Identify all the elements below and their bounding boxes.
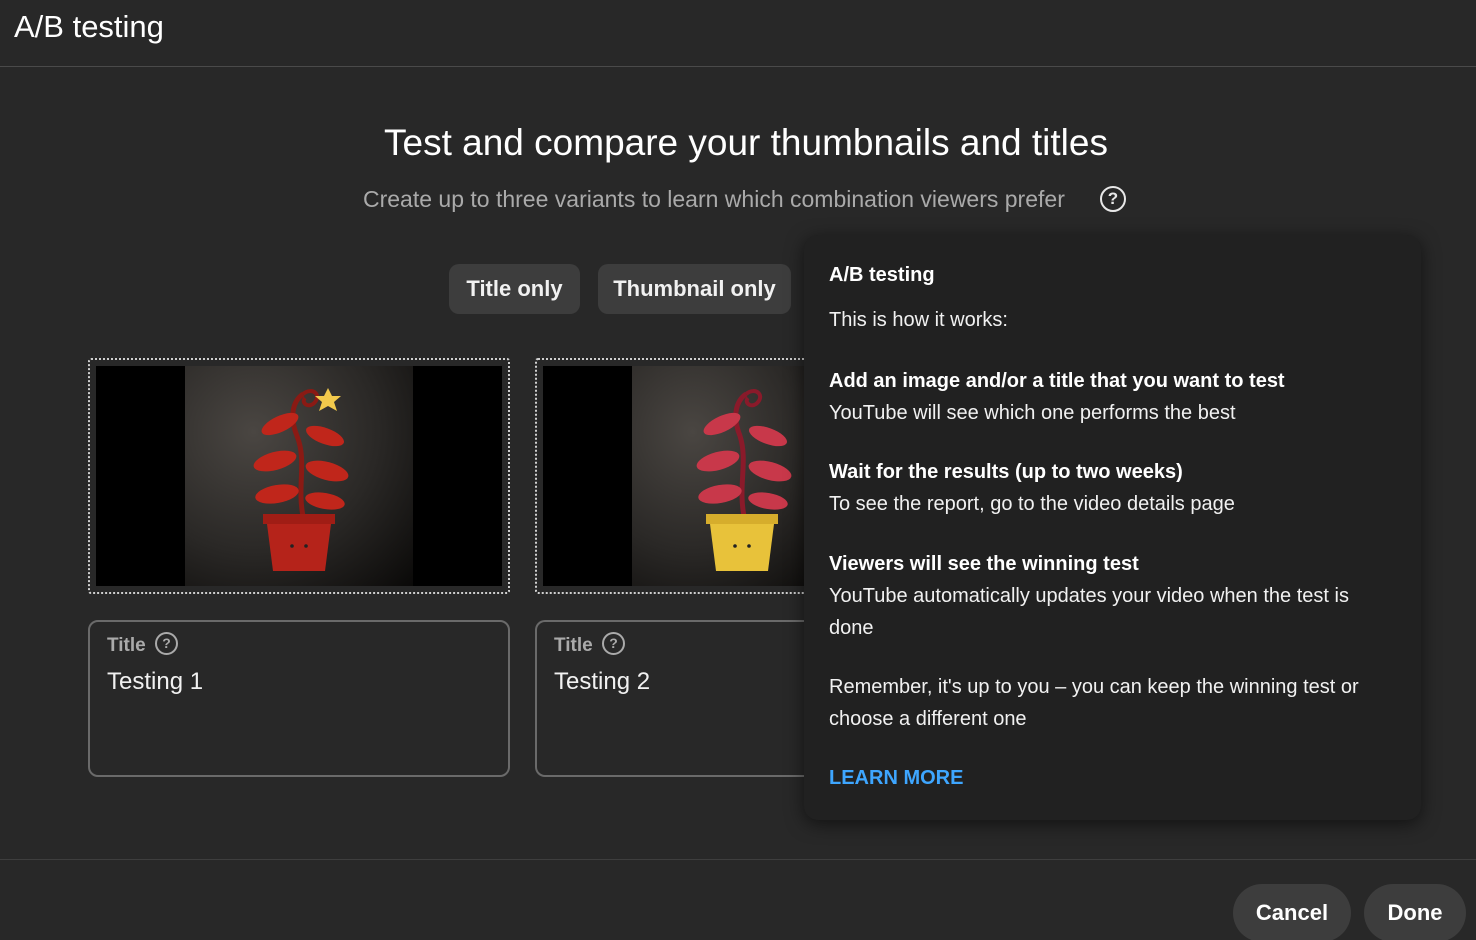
cancel-button[interactable]: Cancel bbox=[1233, 884, 1351, 940]
variant-1-thumbnail-image bbox=[96, 366, 502, 586]
done-button[interactable]: Done bbox=[1364, 884, 1466, 940]
popover-step-heading: Wait for the results (up to two weeks) bbox=[829, 461, 1183, 483]
dialog-title: A/B testing bbox=[14, 9, 164, 44]
variant-2-thumbnail-frame[interactable] bbox=[535, 358, 835, 594]
thumbnail-only-chip[interactable]: Thumbnail only bbox=[598, 264, 791, 314]
plant-illustration bbox=[696, 389, 792, 571]
help-icon[interactable]: ? bbox=[155, 632, 178, 655]
popover-step: Wait for the results (up to two weeks) T… bbox=[829, 456, 1389, 520]
popover-step-heading: Viewers will see the winning test bbox=[829, 553, 1139, 575]
popover-step: Add an image and/or a title that you wan… bbox=[829, 365, 1389, 429]
popover-step-heading: Add an image and/or a title that you wan… bbox=[829, 370, 1285, 392]
page-subtitle: Create up to three variants to learn whi… bbox=[363, 186, 1065, 212]
variant-2-thumbnail-image bbox=[543, 366, 833, 586]
title-field-label: Title bbox=[107, 635, 146, 656]
title-field-label: Title bbox=[554, 635, 593, 656]
variant-2-title-field[interactable]: Title ? Testing 2 bbox=[535, 620, 835, 777]
popover-step-body: To see the report, go to the video detai… bbox=[829, 493, 1235, 515]
dialog-header: A/B testing bbox=[0, 0, 1476, 67]
learn-more-link[interactable]: LEARN MORE bbox=[829, 767, 963, 790]
popover-remember-text: Remember, it's up to you – you can keep … bbox=[829, 676, 1359, 730]
page-headline: Test and compare your thumbnails and tit… bbox=[384, 122, 1108, 163]
variant-1-title-field[interactable]: Title ? Testing 1 bbox=[88, 620, 510, 777]
title-only-chip[interactable]: Title only bbox=[449, 264, 580, 314]
ab-testing-help-popover: A/B testing This is how it works: Add an… bbox=[804, 235, 1421, 820]
plant-illustration bbox=[253, 388, 349, 571]
popover-title: A/B testing bbox=[829, 264, 935, 286]
popover-step: Viewers will see the winning test YouTub… bbox=[829, 548, 1389, 644]
help-icon[interactable]: ? bbox=[1100, 186, 1126, 212]
variant-1-thumbnail-frame[interactable] bbox=[88, 358, 510, 594]
popover-intro: This is how it works: bbox=[829, 309, 1008, 331]
popover-step-body: YouTube automatically updates your video… bbox=[829, 585, 1349, 639]
help-icon[interactable]: ? bbox=[602, 632, 625, 655]
title-field-value[interactable]: Testing 1 bbox=[107, 668, 203, 696]
title-field-value[interactable]: Testing 2 bbox=[554, 668, 650, 696]
popover-step-body: YouTube will see which one performs the … bbox=[829, 402, 1236, 424]
